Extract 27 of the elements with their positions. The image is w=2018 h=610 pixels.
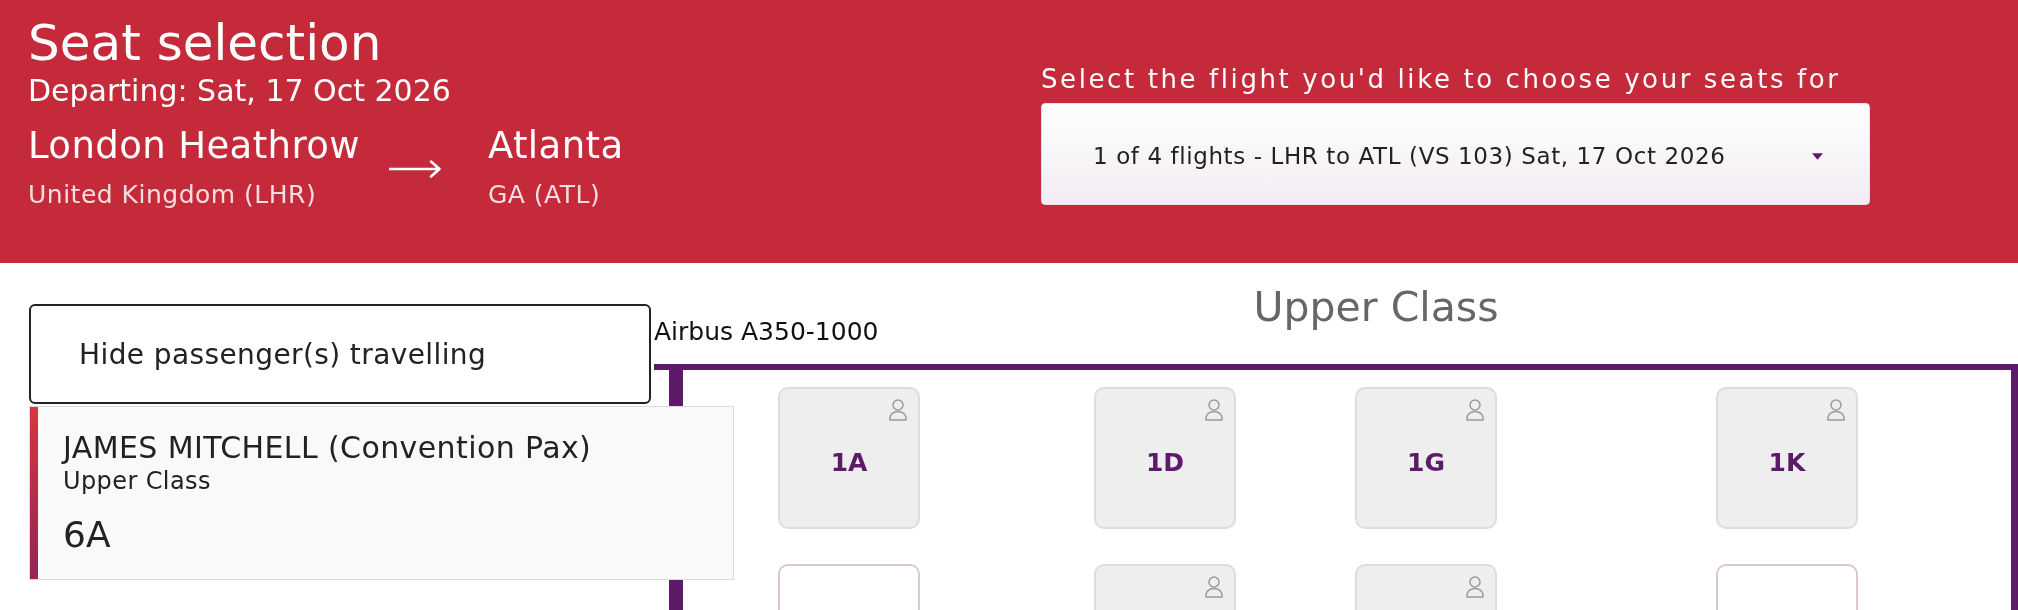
hide-passengers-button[interactable]: Hide passenger(s) travelling [29, 304, 651, 404]
seat[interactable]: 1G [1355, 387, 1497, 529]
caret-icon [1812, 152, 1823, 160]
flight-dropdown[interactable]: 1 of 4 flights - LHR to ATL (VS 103) Sat, 17 Oct 2026 [1041, 103, 1870, 205]
cabin-title: Upper Class [1253, 283, 1499, 331]
city-name: Atlanta [487, 124, 624, 168]
passenger-name: JAMES MITCHELL (Convention Pax) [63, 430, 593, 466]
departure-date: Departing: Sat, 17 Oct 2026 [28, 73, 452, 109]
aircraft-name: Airbus A350-1000 [654, 317, 879, 347]
page-title: Seat selection [28, 15, 383, 71]
seat-number: 6A [63, 514, 112, 556]
flight-select-label: Select the flight you'd like to choose your seats for [1041, 64, 1842, 95]
airport-detail: GA (ATL) [487, 180, 602, 209]
person-icon [1465, 399, 1485, 421]
seat[interactable]: 1A [778, 387, 920, 529]
passenger-card[interactable]: JAMES MITCHELL (Convention Pax) Upper Class 6A [29, 406, 734, 580]
person-icon [888, 399, 908, 421]
person-icon [1204, 576, 1224, 598]
person-icon [1204, 399, 1224, 421]
cabin-class: Upper Class [63, 468, 212, 495]
person-icon [1826, 399, 1846, 421]
airport-detail: United Kingdom (LHR) [28, 180, 318, 209]
seat[interactable]: 1K [1716, 387, 1858, 529]
person-icon [1465, 576, 1485, 598]
city-name: London Heathrow [28, 124, 360, 168]
seat[interactable]: 1D [1094, 387, 1236, 529]
arrow-right-icon [388, 160, 441, 178]
